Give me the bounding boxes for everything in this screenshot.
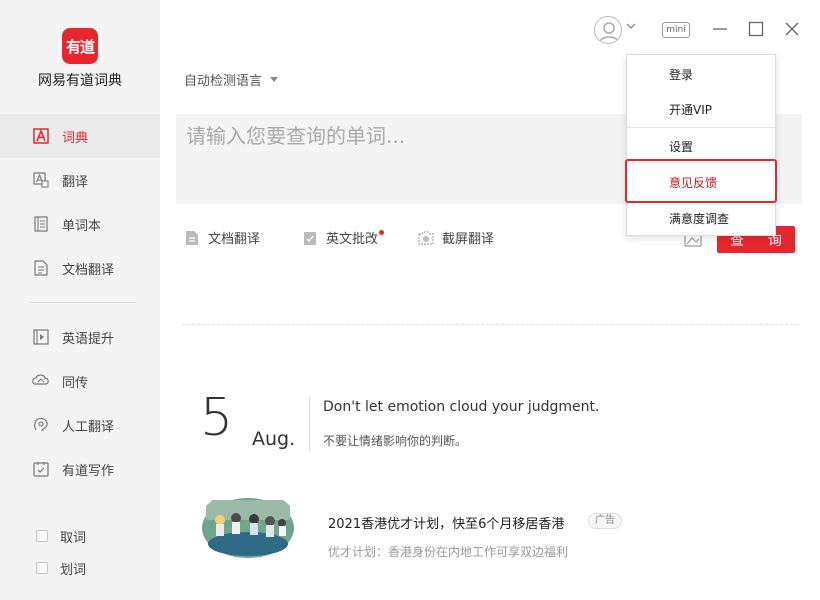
app-window: 有道 网易有道词典 词典 翻译 单词本 文档翻译 英语提升 同传 人工翻译 有道… [0,0,820,600]
screenshot-translate-tool[interactable]: 截屏翻译 [418,228,494,247]
dict-icon [32,127,50,145]
translate-icon [32,171,50,189]
sidebar-item-writing[interactable]: 有道写作 [0,447,160,491]
daily-month: Aug. [252,428,296,450]
sidebar-item-label: 单词本 [62,218,102,234]
camera-icon [418,230,434,245]
word-capture-checkbox[interactable] [36,530,48,542]
sidebar-divider [30,302,136,303]
sidebar-item-wordbook[interactable]: 单词本 [0,202,160,246]
language-select-value: 自动检测语言 [184,74,263,89]
new-badge-dot [379,230,385,235]
tool-label: 截屏翻译 [442,232,495,247]
sidebar-item-human-translate[interactable]: 人工翻译 [0,403,160,447]
document-icon [186,230,198,245]
sidebar: 有道 网易有道词典 词典 翻译 单词本 文档翻译 英语提升 同传 人工翻译 有道… [0,0,160,600]
menu-item-login[interactable]: 登录 [627,57,775,91]
avatar-icon [598,22,620,43]
daily-divider [309,396,310,452]
doc-translate-icon [32,259,50,277]
menu-item-vip[interactable]: 开通VIP [627,92,775,126]
logo-text: 有道 [65,37,95,56]
check-label: 取词 [60,530,87,546]
interpret-icon [32,372,50,390]
ad-badge: 广告 [588,513,622,529]
tool-label: 文档翻译 [208,232,261,247]
user-avatar[interactable] [594,16,622,44]
maximize-icon[interactable] [747,20,765,38]
tool-label: 英文批改 [326,232,379,247]
doc-translate-tool[interactable]: 文档翻译 [184,228,260,247]
sidebar-item-label: 词典 [62,130,89,146]
word-select-toggle[interactable]: 划词 [0,554,160,582]
sidebar-item-label: 翻译 [62,174,89,190]
caret-down-icon [270,77,279,82]
daily-day: 5 [200,388,234,448]
language-select[interactable]: 自动检测语言 [184,70,279,89]
menu-separator [627,127,775,128]
ad-title[interactable]: 2021香港优才计划，快至6个月移居香港 [328,513,564,532]
sidebar-item-english-improve[interactable]: 英语提升 [0,315,160,359]
check-label: 划词 [60,562,87,578]
mini-mode-button[interactable]: mini [662,22,690,38]
menu-item-settings[interactable]: 设置 [627,129,775,163]
menu-item-feedback[interactable]: 意见反馈 [627,165,775,199]
sidebar-item-label: 有道写作 [62,463,115,479]
app-logo: 有道 [62,28,98,64]
chevron-down-icon[interactable] [626,22,636,30]
writing-icon [32,460,50,478]
minimize-icon[interactable] [711,20,729,38]
app-name: 网易有道词典 [38,73,122,89]
close-icon[interactable] [783,20,801,38]
sidebar-item-dictionary[interactable]: 词典 [0,114,160,158]
sidebar-item-label: 人工翻译 [62,419,115,435]
sidebar-item-label: 同传 [62,375,89,391]
sidebar-item-interpret[interactable]: 同传 [0,359,160,403]
sidebar-item-translate[interactable]: 翻译 [0,158,160,202]
word-capture-toggle[interactable]: 取词 [0,522,160,550]
english-correct-tool[interactable]: 英文批改 [302,228,385,247]
sidebar-item-label: 文档翻译 [62,262,115,278]
sidebar-item-label: 英语提升 [62,331,115,347]
section-divider [182,324,798,325]
word-select-checkbox[interactable] [36,562,48,574]
play-icon [32,328,50,346]
daily-sentence-cn: 不要让情绪影响你的判断。 [323,434,468,448]
user-dropdown-menu: 登录 开通VIP 设置 意见反馈 满意度调查 [626,54,776,236]
sidebar-item-doc-translate[interactable]: 文档翻译 [0,246,160,290]
checklist-icon [304,231,316,245]
ad-subtitle[interactable]: 优才计划：香港身份在内地工作可享双边福利 [328,543,568,560]
ad-image[interactable] [198,490,298,560]
menu-item-survey[interactable]: 满意度调查 [627,201,775,235]
human-translate-icon [32,416,50,434]
daily-sentence-en[interactable]: Don't let emotion cloud your judgment. [323,399,599,415]
wordbook-icon [32,215,50,233]
